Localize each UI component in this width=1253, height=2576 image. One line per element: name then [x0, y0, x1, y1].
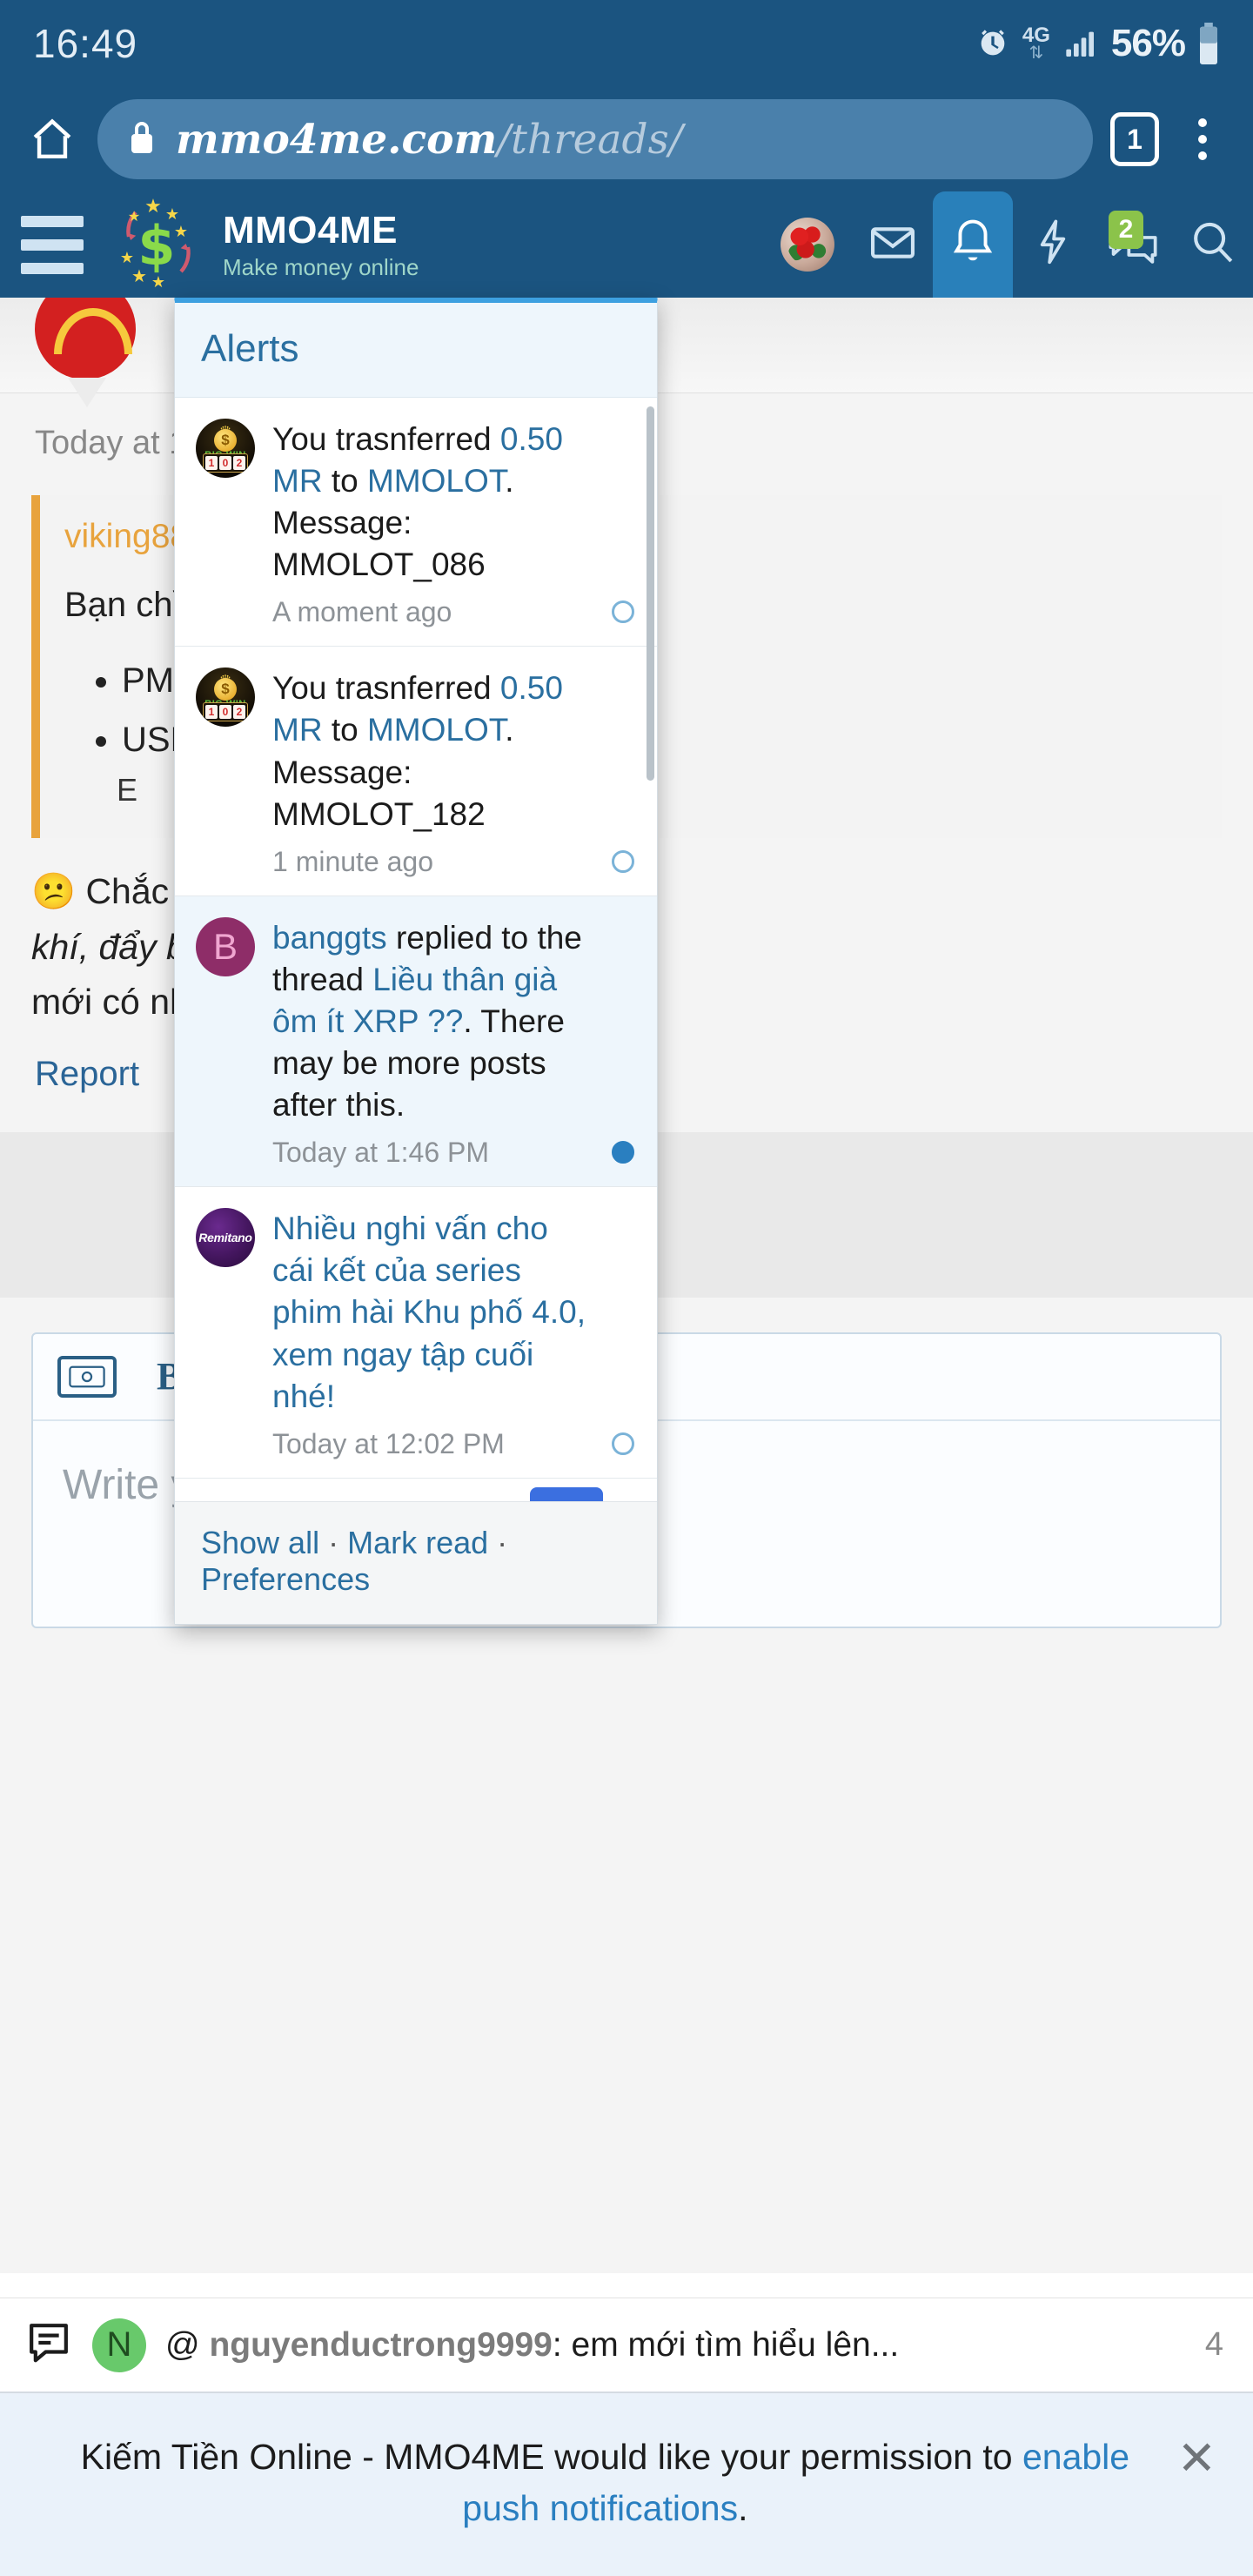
nav-item-conversations[interactable]: 2	[1093, 191, 1173, 298]
alert-item[interactable]: B banggts replied to the thread Liều thâ…	[175, 896, 657, 1188]
alarm-icon	[975, 26, 1010, 61]
alert-text: You trasnferred 0.50 MR to MMOLOT. Messa…	[272, 670, 563, 832]
svg-text:★: ★	[131, 267, 147, 286]
post-author-avatar[interactable]	[35, 298, 136, 379]
network-type-indicator: 4G ⇅	[1022, 23, 1050, 63]
preferences-link[interactable]: Preferences	[201, 1561, 370, 1597]
url-domain: mmo4me.com	[176, 115, 498, 164]
conversations-badge: 2	[1109, 211, 1143, 249]
avatar-caret	[68, 378, 106, 407]
mark-read-link[interactable]: Mark read	[347, 1525, 488, 1560]
signal-icon	[1062, 26, 1099, 61]
brand-tagline: Make money online	[223, 253, 419, 280]
push-text-after: .	[738, 2488, 748, 2529]
browser-toolbar: mmo4me.com/threads/ 1	[0, 87, 1253, 191]
alerts-scrollbar[interactable]	[647, 406, 654, 781]
kebab-menu-icon[interactable]	[1176, 118, 1229, 160]
unread-toggle-icon[interactable]	[612, 849, 634, 873]
svg-text:★: ★	[128, 210, 140, 225]
status-bar: 16:49 4G ⇅ 56%	[0, 0, 1253, 87]
data-transfer-icon: ⇅	[1029, 44, 1044, 63]
chat-preview[interactable]: @ nguyenductrong9999: em mới tìm hiểu lê…	[165, 2326, 899, 2365]
screen-root: 16:49 4G ⇅ 56% mmo4me.com/threads/ 1 $ ★…	[0, 0, 1253, 2576]
chat-unread-count: 4	[1204, 2326, 1223, 2363]
unread-toggle-icon[interactable]	[612, 1432, 634, 1455]
nav-user-avatar[interactable]	[762, 191, 853, 298]
tab-counter-button[interactable]: 1	[1110, 112, 1159, 166]
battery-icon	[1197, 23, 1220, 64]
home-icon[interactable]	[24, 111, 80, 167]
at-symbol: @	[165, 2325, 210, 2364]
nav-item-search[interactable]	[1173, 191, 1253, 298]
alert-text: You trasnferred 0.50 MR to MMOLOT. Messa…	[272, 421, 563, 583]
alert-timestamp: A moment ago	[272, 596, 452, 628]
nav-item-inbox[interactable]	[853, 191, 933, 298]
status-clock: 16:49	[33, 21, 138, 66]
search-icon	[1188, 218, 1238, 272]
alert-text: banggts replied to the thread Liều thân …	[272, 919, 582, 1124]
alert-item[interactable]: ♛$BIG WIN 102 You trasnferred 0.50 MR to…	[175, 398, 657, 647]
site-navbar: $ ★ ★ ★ ★ ★ ★ ★ MMO4ME Make money online	[0, 191, 1253, 298]
url-bar[interactable]: mmo4me.com/threads/	[97, 99, 1093, 179]
chat-icon[interactable]	[24, 2318, 73, 2371]
parukia-avatar	[196, 1499, 255, 1501]
hamburger-icon[interactable]	[0, 215, 104, 274]
url-path: /threads/	[497, 115, 683, 164]
alerts-title: Alerts	[175, 303, 657, 398]
alert-timestamp: Today at 1:46 PM	[272, 1137, 490, 1169]
push-permission-banner: Kiếm Tiền Online - MMO4ME would like you…	[0, 2392, 1253, 2576]
envelope-icon	[868, 218, 918, 272]
site-logo[interactable]: $ ★ ★ ★ ★ ★ ★ ★ MMO4ME Make money online	[104, 195, 419, 295]
push-banner-text: Kiếm Tiền Online - MMO4ME would like you…	[44, 2432, 1167, 2535]
remitano-avatar: Remitano	[196, 1208, 255, 1268]
alerts-footer: Show all · Mark read · Preferences	[175, 1501, 657, 1624]
svg-text:★: ★	[151, 273, 165, 291]
svg-text:★: ★	[174, 223, 188, 240]
letter-b-avatar: B	[196, 916, 255, 976]
nav-item-alerts[interactable]	[933, 191, 1013, 298]
lightning-icon	[1030, 218, 1075, 272]
lock-icon	[127, 118, 157, 161]
bell-icon	[948, 217, 997, 273]
status-indicators: 4G ⇅ 56%	[975, 22, 1220, 65]
chat-bar[interactable]: N @ nguyenductrong9999: em mới tìm hiểu …	[0, 2298, 1253, 2392]
unread-toggle-icon[interactable]	[612, 1141, 634, 1164]
alert-item[interactable]: ♛$BIG WIN 102 You trasnferred 0.50 MR to…	[175, 647, 657, 896]
dollar-stars-icon: $ ★ ★ ★ ★ ★ ★ ★	[104, 195, 209, 295]
next-alert-peek[interactable]	[530, 1487, 603, 1501]
footer-separator: ·	[488, 1525, 508, 1560]
bigwin-avatar: ♛$BIG WIN 102	[196, 667, 255, 728]
alert-text: Nhiều nghi vấn cho cái kết của series ph…	[272, 1211, 586, 1414]
chat-username: nguyenductrong9999	[209, 2325, 553, 2364]
alert-timestamp: 1 minute ago	[272, 845, 434, 877]
bigwin-avatar: ♛$BIG WIN 102	[196, 419, 255, 478]
footer-separator: ·	[319, 1525, 348, 1560]
battery-percent: 56%	[1110, 22, 1186, 64]
brand-title: MMO4ME	[223, 208, 398, 252]
nav-item-whats-new[interactable]	[1013, 191, 1093, 298]
chat-user-avatar[interactable]: N	[92, 2318, 146, 2372]
alert-timestamp: Today at 12:02 PM	[272, 1427, 505, 1459]
navbar-actions: 2	[762, 191, 1253, 298]
alerts-dropdown: Alerts ♛$BIG WIN 102 You trasnferred 0.5…	[174, 298, 658, 1625]
alerts-list: ♛$BIG WIN 102 You trasnferred 0.50 MR to…	[175, 398, 657, 1501]
svg-text:★: ★	[120, 249, 134, 266]
show-all-link[interactable]: Show all	[201, 1525, 319, 1560]
svg-text:★: ★	[165, 205, 179, 223]
avatar	[781, 218, 834, 272]
money-icon[interactable]	[57, 1355, 117, 1398]
svg-text:★: ★	[144, 195, 162, 217]
close-icon[interactable]: ✕	[1167, 2432, 1227, 2485]
unread-toggle-icon[interactable]	[612, 600, 634, 624]
url-text: mmo4me.com/threads/	[176, 116, 683, 164]
chat-message: : em mới tìm hiểu lên...	[552, 2325, 900, 2364]
push-text-before: Kiếm Tiền Online - MMO4ME would like you…	[80, 2437, 1022, 2477]
alert-item[interactable]: Remitano Nhiều nghi vấn cho cái kết của …	[175, 1187, 657, 1479]
